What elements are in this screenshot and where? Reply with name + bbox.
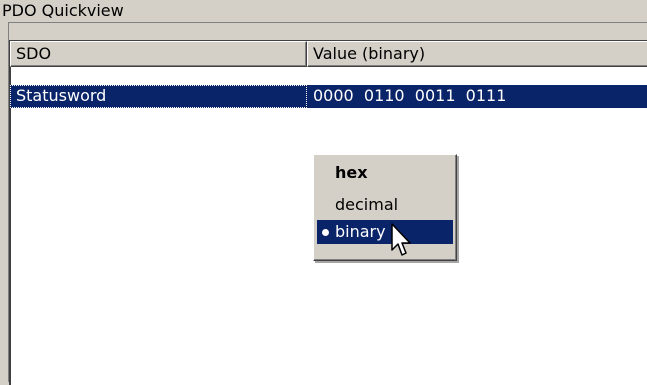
menu-item-decimal[interactable]: decimal [317,193,453,217]
format-context-menu: hex decimal binary [313,154,457,261]
table-row[interactable]: Statusword 0000 0110 0011 0111 [10,85,647,108]
cell-value: 0000 0110 0011 0111 [313,86,507,105]
column-header-label: SDO [16,44,52,63]
radio-bullet-icon [322,229,329,236]
menu-item-label: decimal [335,195,399,214]
cell-sdo: Statusword [10,85,307,108]
window-titlebar: PDO Quickview [0,0,647,22]
column-header-value[interactable]: Value (binary) [307,41,647,67]
mouse-pointer-icon [391,223,411,256]
window-title: PDO Quickview [2,1,124,20]
menu-item-hex[interactable]: hex [317,161,453,185]
column-header-sdo[interactable]: SDO [10,41,307,67]
menu-item-label: hex [335,163,368,182]
column-header-label: Value (binary) [313,44,426,63]
list-header: SDO Value (binary) [10,41,647,67]
menu-item-binary[interactable]: binary [317,220,453,244]
menu-item-label: binary [335,222,386,241]
